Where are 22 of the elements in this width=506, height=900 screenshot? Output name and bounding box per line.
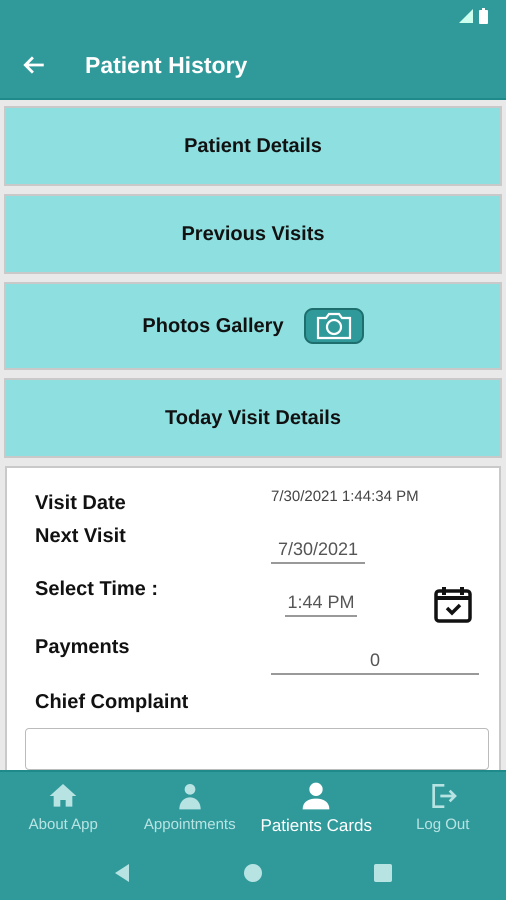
home-icon[interactable] <box>243 862 263 882</box>
field-label: Select Time : <box>35 578 160 602</box>
time-field[interactable]: 1:44 PM <box>285 590 357 618</box>
screen-title: Patient History <box>85 52 248 78</box>
calendar-icon[interactable] <box>433 584 473 624</box>
camera-button[interactable] <box>304 308 364 344</box>
field-label: Payments <box>35 636 130 660</box>
section-button[interactable]: Patient Details <box>4 106 502 186</box>
signal-icon <box>459 9 473 23</box>
visit-date-value: 7/30/2021 1:44:34 PM <box>271 488 419 505</box>
complaint-field[interactable] <box>25 728 489 770</box>
person-icon <box>300 780 332 812</box>
date-field[interactable]: 7/30/2021 <box>271 537 365 564</box>
field-label: Chief Complaint <box>35 690 190 714</box>
section-button[interactable]: Today Visit Details <box>4 378 502 458</box>
battery-icon <box>479 8 488 24</box>
section-title[interactable]: Photos Gallery <box>142 314 284 338</box>
field-label: Next Visit <box>35 525 127 548</box>
field-label: Visit Date <box>35 492 127 515</box>
section-button[interactable]: Previous Visits <box>4 194 502 274</box>
payments-field[interactable]: 0 <box>271 648 479 676</box>
recents-icon[interactable] <box>373 862 393 882</box>
